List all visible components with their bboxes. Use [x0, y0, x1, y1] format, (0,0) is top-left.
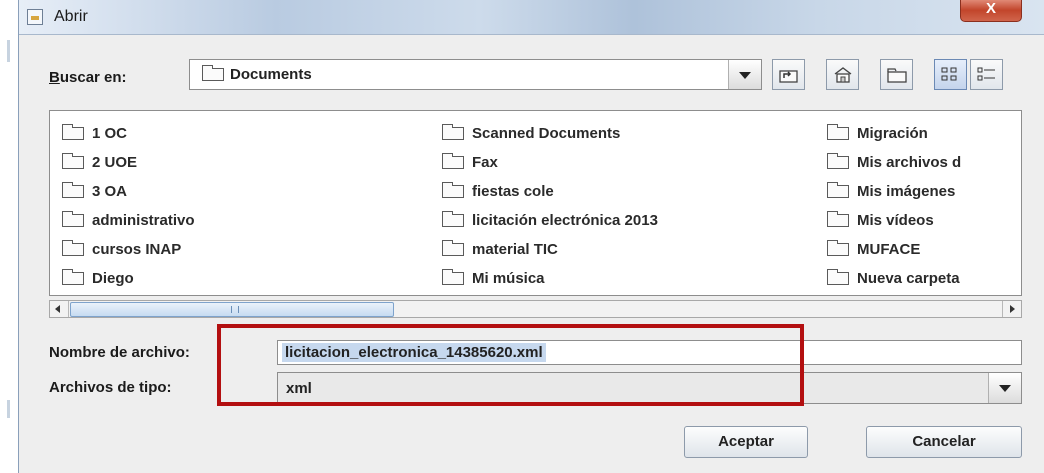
- chevron-right-icon: [1010, 305, 1015, 313]
- folder-icon: [442, 240, 464, 256]
- look-in-value: Documents: [230, 66, 312, 83]
- folder-icon: [827, 182, 849, 198]
- folder-icon: [827, 269, 849, 285]
- java-file-dialog-icon: [27, 9, 43, 25]
- list-item[interactable]: Mis vídeos: [827, 206, 1019, 235]
- list-item[interactable]: Migración: [827, 119, 1019, 148]
- background-strip: [0, 0, 18, 473]
- folder-icon: [202, 65, 224, 81]
- chevron-down-icon: [999, 385, 1011, 392]
- list-item[interactable]: 2 UOE: [62, 148, 195, 177]
- list-item[interactable]: Fax: [442, 148, 658, 177]
- folder-icon: [442, 269, 464, 285]
- accept-button[interactable]: Aceptar: [684, 426, 808, 458]
- list-item[interactable]: Mi música: [442, 264, 658, 293]
- highlight-annotation-box: [217, 324, 804, 406]
- folder-icon: [62, 124, 84, 140]
- up-one-level-button[interactable]: [772, 59, 805, 90]
- list-item[interactable]: MUFACE: [827, 235, 1019, 264]
- look-in-dropdown-button[interactable]: [728, 60, 761, 89]
- chevron-down-icon: [739, 72, 751, 79]
- close-icon: X: [985, 0, 996, 17]
- folder-icon: [62, 269, 84, 285]
- folder-icon: [827, 153, 849, 169]
- home-button[interactable]: [826, 59, 859, 90]
- look-in-label: Buscar en:: [49, 69, 127, 86]
- list-item[interactable]: Mis imágenes: [827, 177, 1019, 206]
- look-in-combo[interactable]: Documents: [189, 59, 762, 90]
- list-item[interactable]: cursos INAP: [62, 235, 195, 264]
- cancel-button[interactable]: Cancelar: [866, 426, 1022, 458]
- file-type-label: Archivos de tipo:: [49, 379, 172, 396]
- list-item[interactable]: Scanned Documents: [442, 119, 658, 148]
- file-name-label: Nombre de archivo:: [49, 344, 190, 361]
- folder-icon: [827, 240, 849, 256]
- scrollbar-thumb[interactable]: [70, 302, 394, 317]
- window-title: Abrir: [54, 8, 88, 25]
- scroll-left-button[interactable]: [50, 301, 69, 317]
- folder-icon: [62, 240, 84, 256]
- list-item[interactable]: Mis archivos d: [827, 148, 1019, 177]
- chevron-left-icon: [55, 305, 60, 313]
- list-item[interactable]: administrativo: [62, 206, 195, 235]
- close-button[interactable]: X: [960, 0, 1022, 22]
- file-list[interactable]: 1 OC 2 UOE 3 OA administrativo cursos IN…: [49, 110, 1022, 296]
- list-item[interactable]: fiestas cole: [442, 177, 658, 206]
- folder-icon: [62, 153, 84, 169]
- home-icon: [834, 67, 852, 83]
- list-item[interactable]: Diego: [62, 264, 195, 293]
- open-file-dialog: Abrir X Buscar en: Documents 1 OC 2 UOE …: [18, 0, 1044, 473]
- scroll-right-button[interactable]: [1002, 301, 1021, 317]
- folder-icon: [827, 211, 849, 227]
- folder-icon: [442, 211, 464, 227]
- folder-icon: [442, 153, 464, 169]
- folder-icon: [442, 124, 464, 140]
- horizontal-scrollbar[interactable]: [49, 300, 1022, 318]
- up-one-level-icon: [779, 70, 798, 83]
- grip-icon: [231, 306, 239, 313]
- folder-icon: [827, 124, 849, 140]
- file-type-dropdown-button[interactable]: [988, 373, 1021, 403]
- list-item[interactable]: licitación electrónica 2013: [442, 206, 658, 235]
- folder-icon: [62, 182, 84, 198]
- new-folder-icon: [887, 68, 907, 83]
- details-view-button[interactable]: [970, 59, 1003, 90]
- details-view-icon: [977, 67, 995, 81]
- folder-icon: [442, 182, 464, 198]
- list-view-icon: [941, 67, 957, 81]
- list-item[interactable]: material TIC: [442, 235, 658, 264]
- folder-icon: [62, 211, 84, 227]
- title-bar[interactable]: Abrir X: [19, 0, 1044, 35]
- list-item[interactable]: Nueva carpeta: [827, 264, 1019, 293]
- new-folder-button[interactable]: [880, 59, 913, 90]
- list-view-button[interactable]: [934, 59, 967, 90]
- list-item[interactable]: 1 OC: [62, 119, 195, 148]
- list-item[interactable]: 3 OA: [62, 177, 195, 206]
